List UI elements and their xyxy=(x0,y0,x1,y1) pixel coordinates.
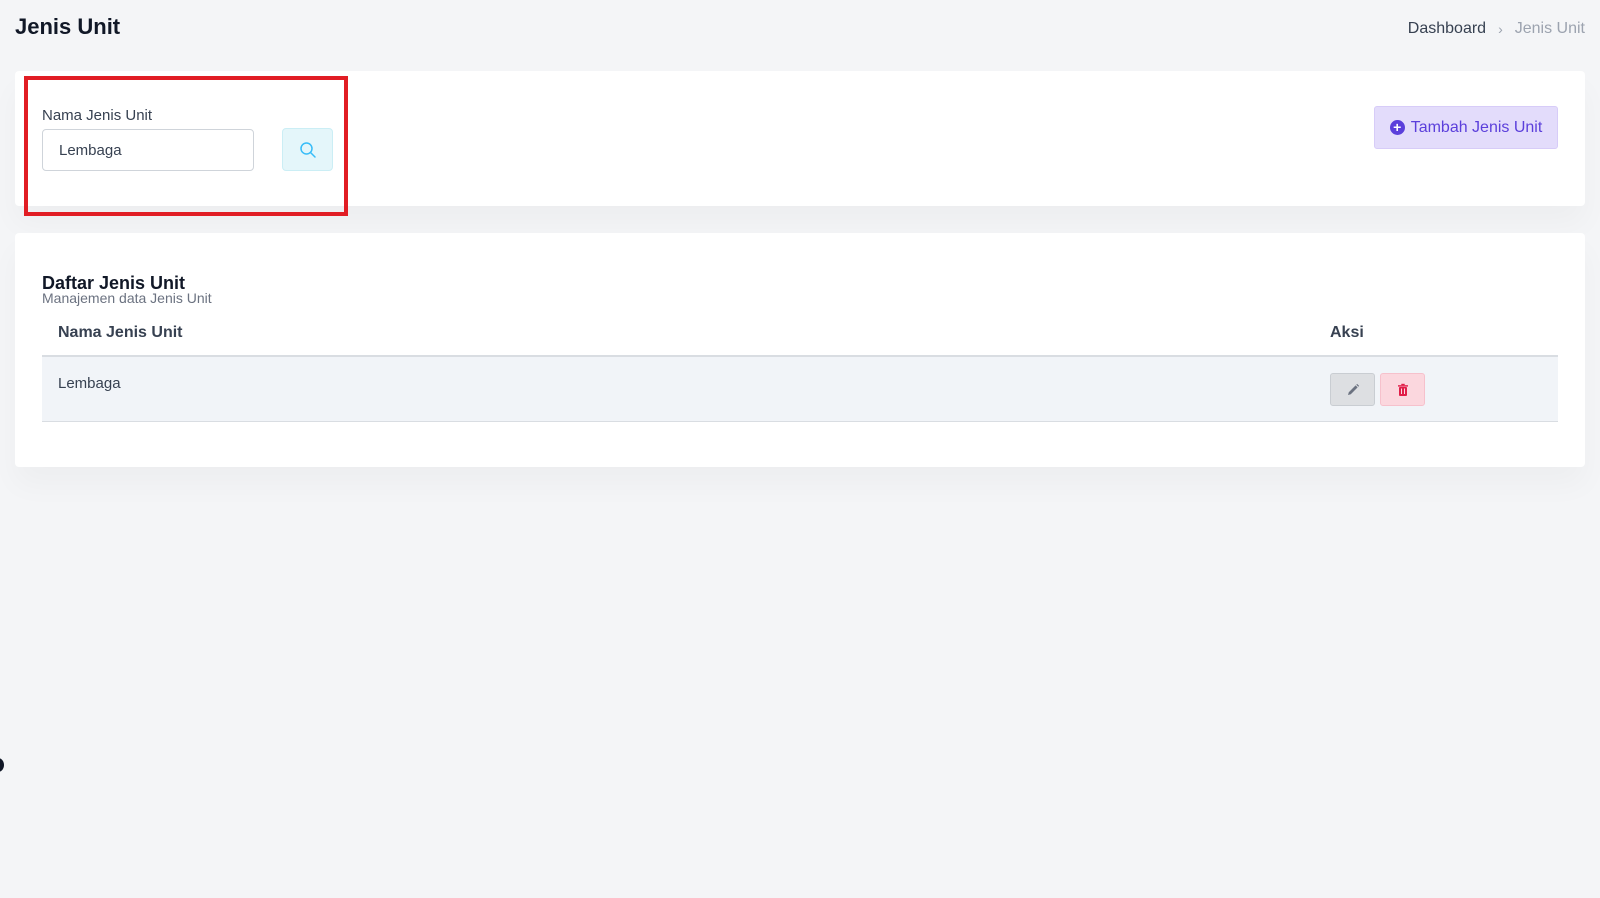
add-jenis-unit-button[interactable]: + Tambah Jenis Unit xyxy=(1374,106,1558,149)
edit-button[interactable] xyxy=(1330,373,1375,406)
table-row: Lembaga xyxy=(42,357,1558,422)
list-subtitle: Manajemen data Jenis Unit xyxy=(42,290,212,306)
page-header: Jenis Unit Dashboard › Jenis Unit xyxy=(15,12,1585,48)
trash-icon xyxy=(1397,383,1408,396)
breadcrumb-current: Jenis Unit xyxy=(1514,20,1585,37)
row-name-cell: Lembaga xyxy=(58,375,121,392)
breadcrumb: Dashboard › Jenis Unit xyxy=(1408,20,1585,38)
column-name-header: Nama Jenis Unit xyxy=(58,324,183,341)
table-header: Nama Jenis Unit Aksi xyxy=(42,316,1558,357)
search-button[interactable] xyxy=(282,128,333,171)
jenis-unit-search-input[interactable] xyxy=(42,129,254,171)
filter-card: Nama Jenis Unit + Tambah Jenis Unit xyxy=(15,71,1585,206)
page-title: Jenis Unit xyxy=(15,14,121,39)
jenis-unit-name-label: Nama Jenis Unit xyxy=(42,107,153,124)
pencil-icon xyxy=(1347,383,1359,395)
jenis-unit-table: Nama Jenis Unit Aksi Lembaga xyxy=(42,316,1558,422)
search-icon xyxy=(299,141,316,158)
edge-scroll-indicator xyxy=(0,758,4,772)
jenis-unit-list-card: Daftar Jenis Unit Manajemen data Jenis U… xyxy=(15,233,1585,467)
column-actions-header: Aksi xyxy=(1330,324,1364,341)
breadcrumb-dashboard-link[interactable]: Dashboard xyxy=(1408,20,1486,38)
add-button-label: Tambah Jenis Unit xyxy=(1410,118,1543,136)
breadcrumb-separator: › xyxy=(1498,21,1503,37)
row-action-buttons xyxy=(1330,373,1425,406)
delete-button[interactable] xyxy=(1380,373,1425,406)
plus-circle-icon: + xyxy=(1389,120,1405,135)
